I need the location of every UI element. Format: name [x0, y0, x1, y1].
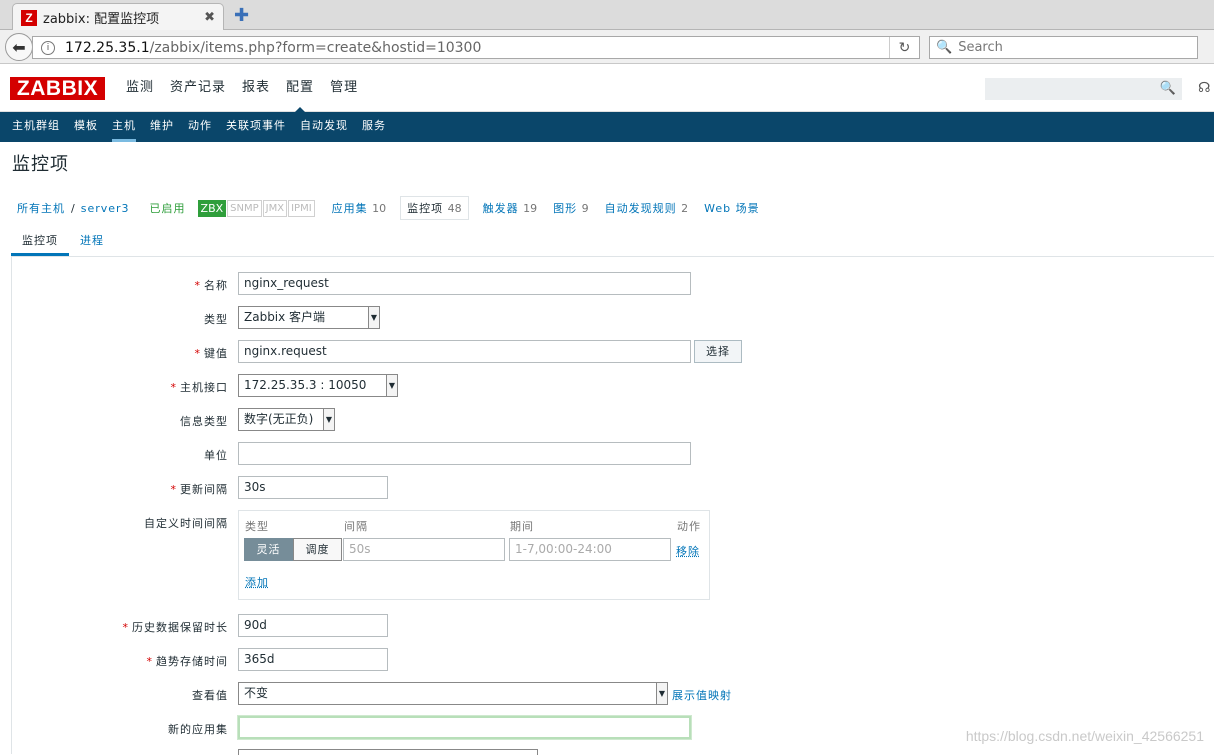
key-input[interactable]: nginx.request [238, 340, 691, 363]
url-bar[interactable]: i 172.25.35.1 /zabbix/items.php?form=cre… [32, 36, 920, 59]
custom-interval-input[interactable]: 50s [343, 538, 505, 561]
info-type-select[interactable]: 数字(无正负)▼ [238, 408, 335, 431]
col-action-header: 动作 [677, 518, 701, 534]
submenu-actions[interactable]: 动作 [181, 112, 219, 142]
tab-preprocessing[interactable]: 进程 [69, 229, 115, 256]
type-select[interactable]: Zabbix 客户端▼ [238, 306, 380, 329]
back-arrow-icon[interactable]: ⬅ [5, 33, 33, 61]
info-icon[interactable]: i [41, 41, 55, 55]
link-applications[interactable]: 应用集 10 [324, 200, 395, 216]
chevron-down-icon: ▼ [386, 375, 397, 396]
link-web-scenarios[interactable]: Web 场景 [696, 200, 767, 216]
search-icon[interactable]: 🔍 [1160, 81, 1176, 96]
zabbix-header: ZABBIX 监测 资产记录 报表 配置 管理 🔍 ☊ [0, 64, 1214, 112]
custom-intervals-label: 自定义时间间隔 [144, 515, 228, 531]
sub-menu: 主机群组 模板 主机 维护 动作 关联项事件 自动发现 服务 [0, 112, 1214, 142]
zabbix-search-input[interactable]: 🔍 [985, 78, 1182, 100]
interface-label: *主机接口 [171, 379, 229, 395]
menu-inventory[interactable]: 资产记录 [162, 64, 234, 112]
tab-item[interactable]: 监控项 [11, 229, 69, 256]
submenu-templates[interactable]: 模板 [67, 112, 105, 142]
interval-type-toggle: 灵活 调度 [244, 538, 342, 561]
browser-tab-title: zabbix: 配置监控项 [43, 8, 204, 27]
col-interval-header: 间隔 [344, 518, 368, 534]
flexible-option[interactable]: 灵活 [244, 538, 293, 561]
search-icon: 🔍 [936, 40, 952, 55]
submenu-hosts[interactable]: 主机 [105, 112, 143, 142]
link-items[interactable]: 监控项 48 [400, 196, 469, 220]
interval-input[interactable]: 30s [238, 476, 388, 499]
select-key-button[interactable]: 选择 [694, 340, 742, 363]
new-application-label: 新的应用集 [168, 721, 228, 737]
submenu-host-groups[interactable]: 主机群组 [5, 112, 67, 142]
form-tabs: 监控项 进程 [11, 229, 1214, 257]
unit-label: 单位 [204, 447, 228, 463]
badge-zbx: ZBX [198, 200, 227, 217]
add-interval-link[interactable]: 添加 [245, 574, 269, 590]
new-tab-icon[interactable]: ✚ [234, 5, 249, 26]
col-type-header: 类型 [245, 518, 269, 534]
name-label: *名称 [195, 277, 229, 293]
chevron-down-icon: ▼ [323, 409, 334, 430]
value-mapping-link[interactable]: 展示值映射 [672, 687, 732, 703]
custom-period-input[interactable]: 1-7,00:00-24:00 [509, 538, 671, 561]
chevron-down-icon: ▼ [656, 683, 667, 704]
history-input[interactable]: 90d [238, 614, 388, 637]
submenu-discovery[interactable]: 自动发现 [293, 112, 355, 142]
menu-monitoring[interactable]: 监测 [118, 64, 162, 112]
submenu-correlation[interactable]: 关联项事件 [219, 112, 293, 142]
show-value-label: 查看值 [192, 687, 228, 703]
badge-jmx: JMX [263, 200, 287, 217]
close-tab-icon[interactable]: ✖ [204, 10, 215, 25]
link-discovery-rules[interactable]: 自动发现规则 2 [597, 200, 697, 216]
key-label: *键值 [195, 345, 229, 361]
badge-ipmi: IPMI [288, 200, 315, 217]
custom-intervals-table: 类型 间隔 期间 动作 灵活 调度 50s 1-7,00:00-24:00 移除… [238, 510, 710, 600]
support-icon[interactable]: ☊ [1198, 80, 1210, 96]
page-title: 监控项 [0, 142, 1214, 180]
name-input[interactable]: nginx_request [238, 272, 691, 295]
chevron-down-icon: ▼ [368, 307, 379, 328]
trends-input[interactable]: 365d [238, 648, 388, 671]
browser-search-input[interactable]: 🔍 Search [929, 36, 1198, 59]
breadcrumb-all-hosts[interactable]: 所有主机 [11, 200, 71, 216]
show-value-select[interactable]: 不变▼ [238, 682, 668, 705]
type-label: 类型 [204, 311, 228, 327]
reload-icon[interactable]: ↻ [889, 37, 919, 58]
browser-search-placeholder: Search [958, 40, 1003, 55]
item-form: *名称 nginx_request 类型 Zabbix 客户端▼ *键值 ngi… [11, 257, 1214, 754]
link-triggers[interactable]: 触发器 19 [475, 200, 546, 216]
zabbix-logo[interactable]: ZABBIX [10, 77, 105, 100]
link-graphs[interactable]: 图形 9 [545, 200, 597, 216]
url-path: /zabbix/items.php?form=create&hostid=103… [150, 40, 482, 56]
scheduling-option[interactable]: 调度 [293, 538, 342, 561]
history-label: *历史数据保留时长 [123, 619, 229, 635]
browser-tab[interactable]: Z zabbix: 配置监控项 ✖ [12, 3, 224, 31]
browser-navbar: ⬅ i 172.25.35.1 /zabbix/items.php?form=c… [0, 30, 1214, 64]
submenu-services[interactable]: 服务 [355, 112, 393, 142]
menu-administration[interactable]: 管理 [322, 64, 366, 112]
new-application-input[interactable] [238, 716, 691, 739]
menu-configuration[interactable]: 配置 [278, 64, 322, 112]
availability-badges: ZBX SNMP JMX IPMI [198, 200, 316, 217]
interface-select[interactable]: 172.25.35.3 : 10050▼ [238, 374, 398, 397]
browser-tabbar: Z zabbix: 配置监控项 ✖ ✚ [0, 0, 1214, 30]
menu-reports[interactable]: 报表 [234, 64, 278, 112]
url-host: 172.25.35.1 [65, 40, 150, 56]
breadcrumb: 所有主机 / server3 已启用 ZBX SNMP JMX IPMI 应用集… [11, 196, 1214, 220]
col-period-header: 期间 [510, 518, 534, 534]
submenu-maintenance[interactable]: 维护 [143, 112, 181, 142]
unit-input[interactable] [238, 442, 691, 465]
applications-listbox[interactable] [238, 749, 538, 755]
breadcrumb-host[interactable]: server3 [75, 202, 136, 215]
trends-label: *趋势存储时间 [147, 653, 229, 669]
zabbix-favicon-icon: Z [21, 10, 37, 26]
badge-snmp: SNMP [227, 200, 262, 217]
info-type-label: 信息类型 [180, 413, 228, 429]
interval-label: *更新间隔 [171, 481, 229, 497]
main-menu: 监测 资产记录 报表 配置 管理 [118, 64, 366, 112]
watermark: https://blog.csdn.net/weixin_42566251 [966, 728, 1204, 744]
host-status-badge[interactable]: 已启用 [136, 200, 198, 216]
remove-interval-link[interactable]: 移除 [676, 543, 700, 559]
